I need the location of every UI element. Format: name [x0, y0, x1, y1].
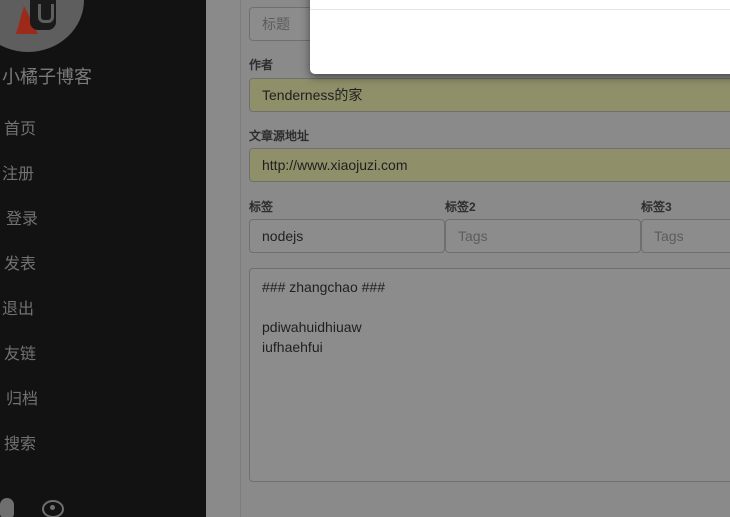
sidebar-nav: 首页 注册 登录 发表 退出 友链 归档 搜索: [0, 118, 38, 478]
sidebar: 小橘子博客 首页 注册 登录 发表 退出 友链 归档 搜索: [0, 0, 206, 517]
avatar[interactable]: [0, 0, 84, 52]
nav-item-login[interactable]: 登录: [0, 208, 38, 253]
nav-item-home[interactable]: 首页: [0, 118, 38, 163]
tag3-placeholder: Tags: [654, 228, 684, 244]
content-line: [262, 297, 726, 317]
blog-name[interactable]: 小橘子博客: [2, 63, 92, 89]
nav-item-register[interactable]: 注册: [0, 163, 38, 208]
tag3-label: 标签3: [641, 200, 672, 214]
nav-item-search[interactable]: 搜索: [0, 433, 38, 478]
author-label: 作者: [249, 58, 274, 72]
tag1-label: 标签: [249, 200, 274, 214]
tag1-input[interactable]: nodejs: [249, 219, 445, 253]
content-divider: [240, 0, 241, 517]
source-url-input[interactable]: http://www.xiaojuzi.com: [249, 148, 730, 182]
content-line: pdiwahuidhiuaw: [262, 319, 362, 335]
title-placeholder: 标题: [262, 16, 290, 32]
qq-icon[interactable]: [0, 498, 14, 517]
modal-dialog: [310, 0, 730, 74]
author-input[interactable]: Tenderness的家: [249, 78, 730, 112]
content-line: iufhaehfui: [262, 339, 323, 355]
nav-item-logout[interactable]: 退出: [0, 298, 38, 343]
nav-item-links[interactable]: 友链: [0, 343, 38, 388]
modal-divider: [310, 9, 730, 10]
tag2-input[interactable]: Tags: [445, 219, 641, 253]
tag3-input[interactable]: Tags: [641, 219, 730, 253]
content-textarea[interactable]: ### zhangchao ### pdiwahuidhiuaw iufhaeh…: [249, 268, 730, 482]
source-url-label: 文章源地址: [249, 129, 310, 143]
tag2-placeholder: Tags: [458, 228, 488, 244]
weibo-icon[interactable]: [42, 500, 64, 517]
tag2-label: 标签2: [445, 200, 476, 214]
logo-icon: [30, 0, 56, 30]
nav-item-post[interactable]: 发表: [0, 253, 38, 298]
nav-item-archive[interactable]: 归档: [0, 388, 38, 433]
content-line: ### zhangchao ###: [262, 279, 385, 295]
